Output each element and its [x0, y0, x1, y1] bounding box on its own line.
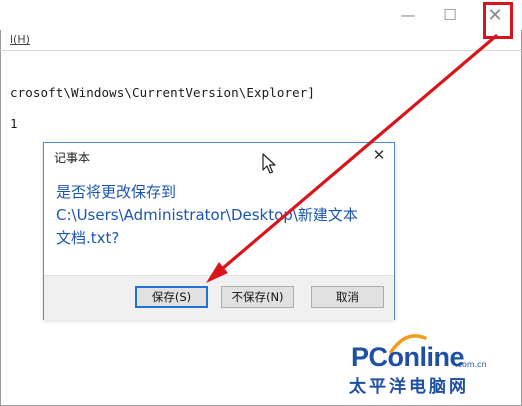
watermark: PConline .com.cn 太平洋电脑网	[349, 334, 519, 404]
watermark-cn: 太平洋电脑网	[349, 377, 469, 397]
watermark-brand: PConline	[351, 342, 465, 372]
watermark-domain: .com.cn	[455, 360, 487, 369]
